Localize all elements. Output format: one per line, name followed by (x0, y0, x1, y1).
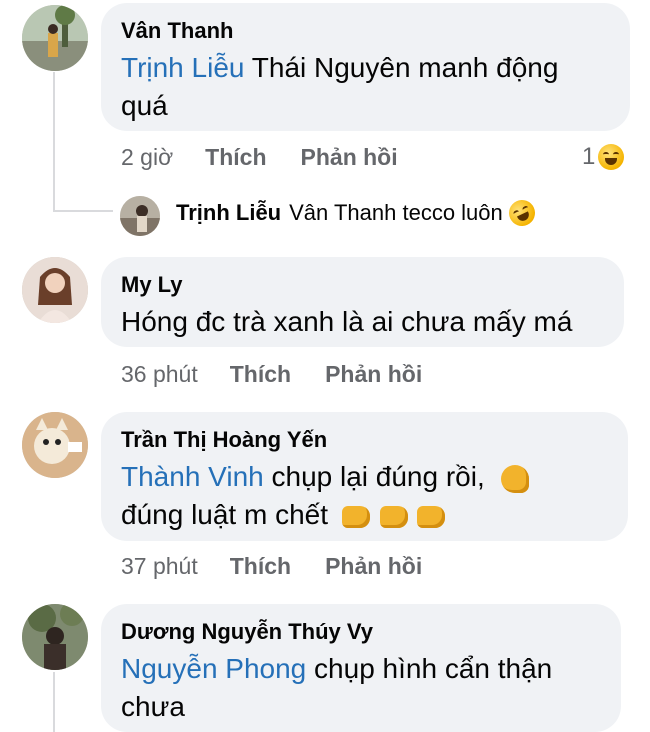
pinched-fingers-emoji-icon (500, 464, 529, 493)
avatar[interactable] (22, 604, 88, 670)
comment-author[interactable]: Dương Nguyễn Thúy Vy (121, 618, 599, 646)
mention-link[interactable]: Trịnh Liễu (121, 52, 244, 83)
comment-bubble: Vân Thanh Trịnh Liễu Thái Nguyên manh độ… (101, 3, 630, 131)
comment-bubble: Dương Nguyễn Thúy Vy Nguyễn Phong chụp h… (101, 604, 621, 732)
reply-button[interactable]: Phản hồi (325, 361, 422, 388)
comment-text: Thành Vinh chụp lại đúng rồi, đúng luật … (121, 458, 606, 534)
thread-line (53, 72, 55, 212)
comment-text-line2: đúng luật m chết (121, 499, 329, 530)
comment-text: Trịnh Liễu Thái Nguyên manh động quá (121, 49, 608, 125)
fist-emoji-icon (417, 505, 446, 528)
comment-time[interactable]: 2 giờ (121, 144, 173, 171)
comment-text-line1: chụp lại đúng rồi, (271, 461, 485, 492)
like-button[interactable]: Thích (230, 553, 291, 580)
reaction-count: 1 (582, 143, 596, 170)
avatar[interactable] (22, 257, 88, 323)
reply-avatar[interactable] (120, 196, 160, 236)
mention-link[interactable]: Nguyễn Phong (121, 653, 306, 684)
fist-emoji-icon (379, 505, 408, 528)
comment-text-line1: chụp hình cẩn thận (314, 653, 553, 684)
avatar[interactable] (22, 412, 88, 478)
comment-author[interactable]: Trần Thị Hoàng Yến (121, 426, 606, 454)
thread-line-elbow (53, 210, 113, 212)
reply-button[interactable]: Phản hồi (325, 553, 422, 580)
rolling-laughing-emoji-icon (504, 195, 540, 231)
avatar[interactable] (22, 5, 88, 71)
like-button[interactable]: Thích (205, 144, 266, 171)
reply-comment: Trịnh Liễu Vân Thanh tecco luôn (176, 195, 540, 231)
comment-time[interactable]: 37 phút (121, 553, 198, 580)
comment-text: Hóng đc trà xanh là ai chưa mấy má (121, 306, 573, 337)
like-button[interactable]: Thích (230, 361, 291, 388)
fist-emoji-icon (341, 505, 370, 528)
thread-line-bottom (53, 672, 55, 732)
laughing-emoji-icon (598, 144, 625, 170)
reply-button[interactable]: Phản hồi (301, 144, 398, 171)
comment-text: Nguyễn Phong chụp hình cẩn thận chưa (121, 650, 599, 726)
comment-actions: 37 phút Thích Phản hồi (121, 553, 456, 580)
comment-author[interactable]: Vân Thanh (121, 17, 608, 45)
comment-author[interactable]: My Ly (121, 271, 602, 299)
comment-actions: 2 giờ Thích Phản hồi (121, 144, 432, 171)
comment-text-line2: chưa (121, 691, 185, 722)
reply-text: Vân Thanh tecco luôn (289, 200, 503, 225)
reply-author[interactable]: Trịnh Liễu (176, 200, 281, 226)
comment-actions: 36 phút Thích Phản hồi (121, 361, 456, 388)
comment-time[interactable]: 36 phút (121, 361, 198, 388)
reaction-summary[interactable]: 1 (582, 143, 625, 171)
comment-bubble: My Ly Hóng đc trà xanh là ai chưa mấy má (101, 257, 624, 347)
mention-link[interactable]: Thành Vinh (121, 461, 264, 492)
comment-bubble: Trần Thị Hoàng Yến Thành Vinh chụp lại đ… (101, 412, 628, 541)
fist-emoji-group (340, 499, 446, 530)
